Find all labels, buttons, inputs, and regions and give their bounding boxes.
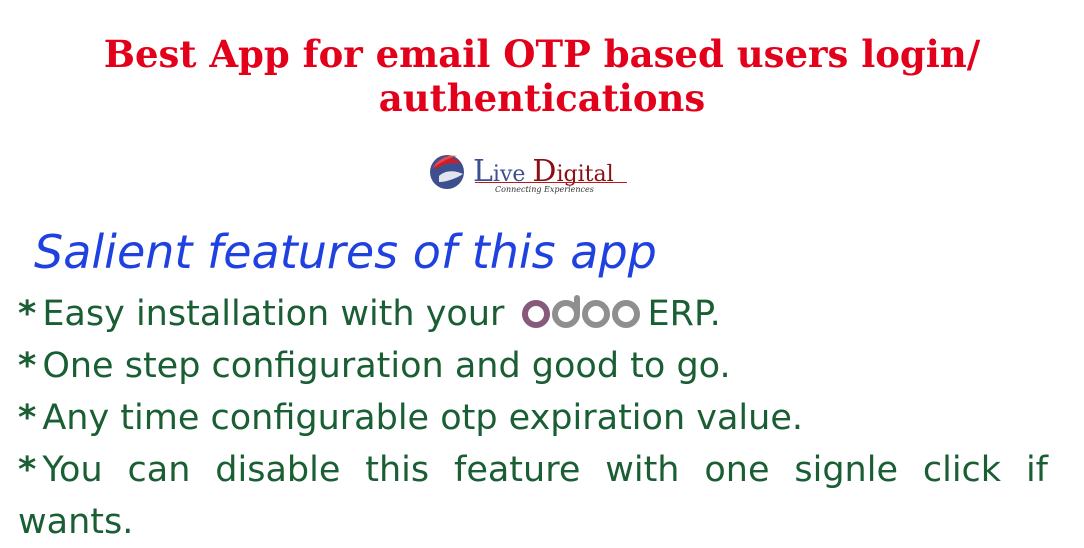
odoo-logo bbox=[520, 292, 644, 344]
headline: Best App for email OTP based users login… bbox=[0, 32, 1084, 120]
live-digital-logo: Live Digital Connecting Experiences bbox=[425, 148, 635, 200]
logo-wordmark: Live Digital bbox=[473, 154, 614, 189]
headline-line-2: authentications bbox=[378, 76, 706, 120]
logo-underline bbox=[475, 182, 627, 183]
feature-item: * Easy installation with your ERP. bbox=[18, 288, 1048, 340]
feature-text: You can disable this feature with one si… bbox=[18, 450, 1048, 542]
bullet-asterisk: * bbox=[18, 294, 37, 334]
bullet-asterisk: * bbox=[18, 398, 37, 438]
feature-text: Any time configurable otp expiration val… bbox=[42, 398, 803, 438]
feature-item: * Any time configurable otp expiration va… bbox=[18, 392, 1048, 444]
headline-line-1: Best App for email OTP based users login… bbox=[103, 32, 981, 76]
feature-list: * Easy installation with your ERP. * One s… bbox=[18, 288, 1048, 548]
section-title: Salient features of this app bbox=[34, 225, 657, 279]
feature-item: * One step configuration and good to go. bbox=[18, 340, 1048, 392]
feature-text: Easy installation with your bbox=[42, 294, 505, 334]
logo-tagline: Connecting Experiences bbox=[495, 185, 594, 194]
bullet-asterisk: * bbox=[18, 450, 37, 490]
bullet-asterisk: * bbox=[18, 346, 37, 386]
feature-item: * You can disable this feature with one s… bbox=[18, 444, 1048, 548]
feature-text-end: ERP. bbox=[647, 294, 721, 334]
feature-text: One step configuration and good to go. bbox=[42, 346, 731, 386]
globe-icon bbox=[430, 155, 464, 189]
